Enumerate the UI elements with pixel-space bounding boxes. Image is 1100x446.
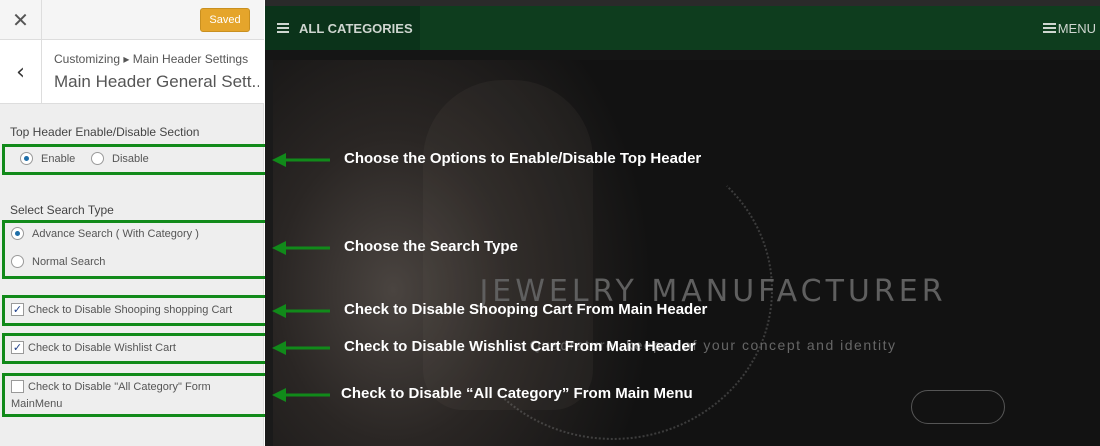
main-nav: ALL CATEGORIES MENU [265, 6, 1100, 50]
chevron-left-icon: ‹ [16, 59, 25, 85]
panel-title: Main Header General Sett... [54, 72, 259, 91]
hero-button[interactable] [911, 390, 1005, 424]
highlight-box [2, 373, 270, 417]
preview-divider [265, 50, 1100, 60]
menu-button[interactable]: MENU [1042, 6, 1096, 50]
highlight-box [2, 333, 270, 364]
annotation-arrow-icon [272, 388, 330, 402]
annotation-arrow-icon [272, 241, 330, 255]
all-categories-button[interactable]: ALL CATEGORIES [265, 6, 420, 50]
annotation-text: Choose the Options to Enable/Disable Top… [344, 150, 702, 167]
back-button[interactable]: ‹ [0, 40, 42, 104]
search-type-section-label: Select Search Type [10, 203, 114, 217]
saved-button[interactable]: Saved [200, 8, 250, 32]
hamburger-icon [1042, 21, 1056, 35]
annotation-arrow-icon [272, 153, 330, 167]
highlight-box [2, 220, 270, 279]
highlight-box [2, 144, 270, 175]
menu-label: MENU [1057, 20, 1096, 36]
annotation-text: Choose the Search Type [344, 238, 518, 255]
all-categories-label: ALL CATEGORIES [299, 20, 413, 36]
close-icon: ✕ [12, 8, 29, 32]
annotation-arrow-icon [272, 341, 330, 355]
annotation-text: Check to Disable “All Category” From Mai… [341, 385, 693, 402]
highlight-box [2, 295, 270, 326]
panel-header: ‹ Customizing ▸ Main Header Settings Mai… [0, 40, 264, 104]
annotation-text: Check to Disable Shooping Cart From Main… [344, 301, 708, 318]
close-button[interactable]: ✕ [0, 0, 42, 40]
sidebar-topbar: ✕ Saved [0, 0, 264, 40]
hamburger-icon [277, 21, 289, 35]
annotation-text: Check to Disable Wishlist Cart From Main… [344, 338, 696, 355]
top-header-section-label: Top Header Enable/Disable Section [10, 125, 200, 139]
site-preview: ALL CATEGORIES MENU JEWELRY MANUFACTURER… [265, 0, 1100, 446]
customizer-sidebar: ✕ Saved ‹ Customizing ▸ Main Header Sett… [0, 0, 270, 446]
breadcrumb: Customizing ▸ Main Header Settings [54, 52, 249, 66]
annotation-arrow-icon [272, 304, 330, 318]
